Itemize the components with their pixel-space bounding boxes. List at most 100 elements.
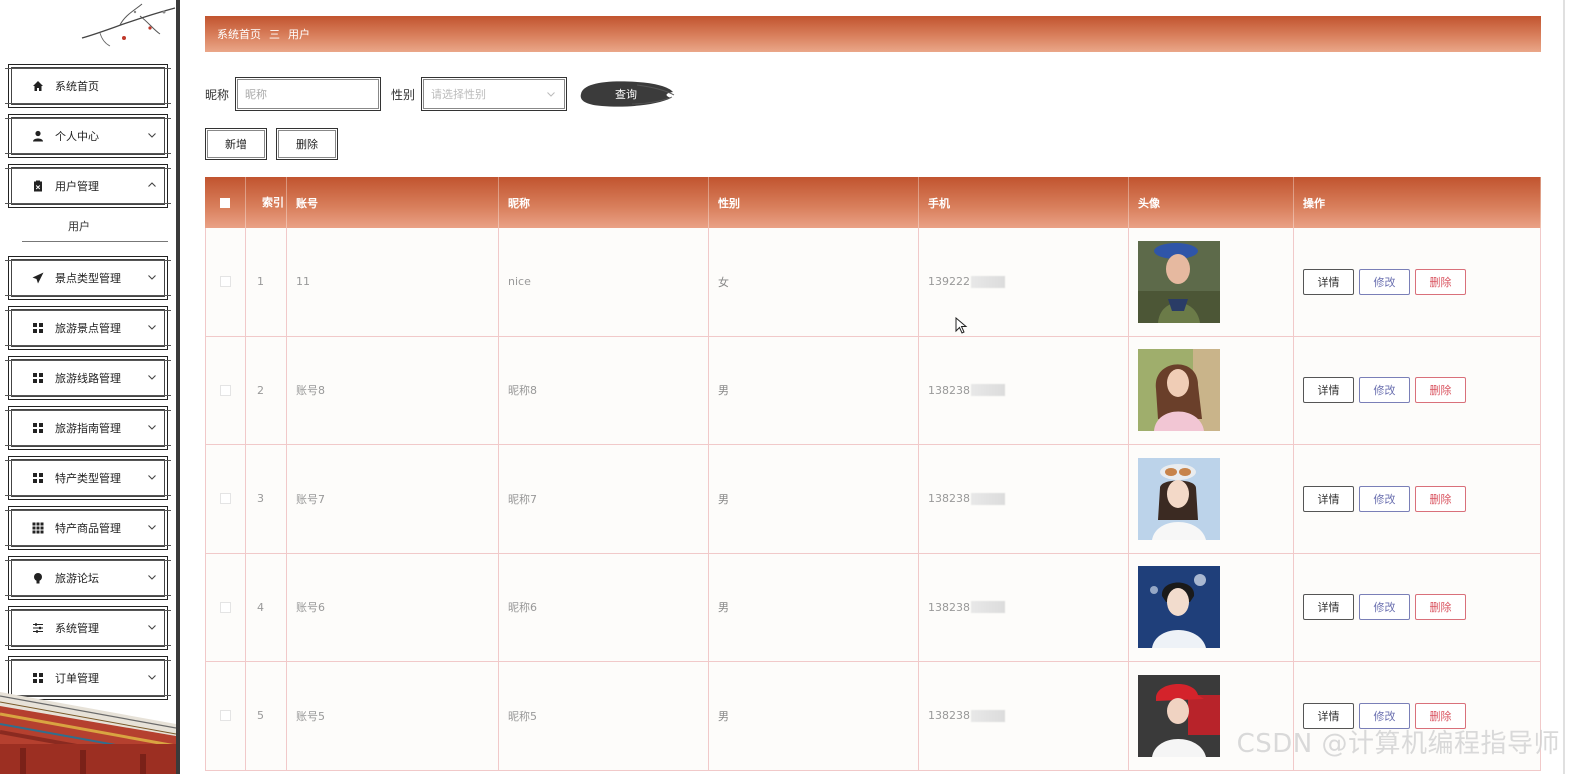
chevron-down-icon <box>148 475 156 480</box>
table-row: 2 账号8 昵称8 男 138238 详情 修改 删除 <box>205 336 1541 445</box>
detail-button[interactable]: 详情 <box>1303 268 1354 295</box>
query-button-label: 查询 <box>615 88 638 101</box>
sidebar-item-label: 个人中心 <box>55 130 99 143</box>
scrollbar[interactable] <box>1563 0 1565 774</box>
sidebar-item-user-management[interactable]: 用户管理 <box>5 164 171 208</box>
sidebar-item-label: 特产商品管理 <box>55 522 121 535</box>
row-nickname: 昵称6 <box>499 553 709 661</box>
plum-branch-decoration <box>81 3 176 47</box>
chevron-down-icon <box>148 325 156 330</box>
row-index: 2 <box>246 336 287 444</box>
delete-button[interactable]: 删除 <box>1415 268 1466 295</box>
chevron-down-icon <box>547 92 555 97</box>
row-checkbox-cell <box>205 445 246 553</box>
row-checkbox[interactable] <box>220 601 231 613</box>
query-button[interactable]: 查询 <box>577 77 675 111</box>
delete-button[interactable]: 删除 <box>1415 702 1466 729</box>
breadcrumb-current: 用户 <box>288 28 310 41</box>
batch-delete-button[interactable]: 删除 <box>276 128 338 160</box>
sidebar-item-label: 特产类型管理 <box>55 472 121 485</box>
column-header-gender: 性别 <box>709 177 919 228</box>
row-avatar-cell <box>1129 228 1294 336</box>
detail-button[interactable]: 详情 <box>1303 702 1354 729</box>
row-gender: 男 <box>709 445 919 553</box>
phone-redaction <box>971 275 1005 288</box>
sidebar-item-personal-center[interactable]: 个人中心 <box>5 114 171 158</box>
breadcrumb: 系统首页 三 用户 <box>205 16 1541 52</box>
sidebar-item-system-management[interactable]: 系统管理 <box>5 606 171 650</box>
avatar-image[interactable] <box>1138 674 1220 757</box>
sidebar-item-guide-management[interactable]: 旅游指南管理 <box>5 406 171 450</box>
row-index: 4 <box>246 553 287 661</box>
phone-redaction <box>971 492 1005 505</box>
avatar-image[interactable] <box>1138 349 1220 432</box>
row-actions: 详情 修改 删除 <box>1294 662 1541 770</box>
row-phone-cell: 139222 <box>919 228 1129 336</box>
avatar-image[interactable] <box>1138 457 1220 540</box>
gender-select[interactable]: 请选择性别 <box>421 77 568 111</box>
row-phone-cell: 138238 <box>919 662 1129 770</box>
column-header-actions: 操作 <box>1294 177 1541 228</box>
row-nickname: nice <box>499 228 709 336</box>
detail-button[interactable]: 详情 <box>1303 377 1354 404</box>
table-row: 3 账号7 昵称7 男 138238 详情 修改 删除 <box>205 445 1541 554</box>
breadcrumb-home[interactable]: 系统首页 <box>217 26 261 42</box>
row-checkbox[interactable] <box>220 493 231 505</box>
row-nickname: 昵称7 <box>499 445 709 553</box>
sidebar-item-route-management[interactable]: 旅游线路管理 <box>5 356 171 400</box>
user-icon <box>31 129 45 143</box>
row-avatar-cell <box>1129 553 1294 661</box>
avatar-image[interactable] <box>1138 240 1220 323</box>
sidebar-item-scenic-spot-management[interactable]: 旅游景点管理 <box>5 306 171 350</box>
sidebar-item-forum[interactable]: 旅游论坛 <box>5 556 171 600</box>
row-account: 账号7 <box>287 445 499 553</box>
edit-button[interactable]: 修改 <box>1359 377 1410 404</box>
row-phone-cell: 138238 <box>919 553 1129 661</box>
sidebar-item-specialty-type-management[interactable]: 特产类型管理 <box>5 456 171 500</box>
action-bar: 新增 删除 <box>205 128 338 160</box>
main-content: 系统首页 三 用户 昵称 昵称 性别 请选择性别 查询 新增 删除 索引 账号 … <box>205 0 1541 774</box>
phone-redaction <box>971 384 1005 397</box>
gender-select-placeholder: 请选择性别 <box>431 88 487 101</box>
row-nickname: 昵称5 <box>499 662 709 770</box>
phone-redaction <box>971 601 1005 614</box>
row-checkbox[interactable] <box>220 276 231 288</box>
row-index: 5 <box>246 662 287 770</box>
clipboard-icon <box>31 179 45 193</box>
grid-icon <box>31 421 45 435</box>
chevron-down-icon <box>148 575 156 580</box>
nickname-search-input[interactable]: 昵称 <box>235 77 382 111</box>
add-button[interactable]: 新增 <box>205 128 267 160</box>
sidebar-item-label: 旅游指南管理 <box>55 422 121 435</box>
row-actions: 详情 修改 删除 <box>1294 336 1541 444</box>
chevron-down-icon <box>148 525 156 530</box>
edit-button[interactable]: 修改 <box>1359 485 1410 512</box>
row-checkbox[interactable] <box>220 710 231 722</box>
grid-icon <box>31 371 45 385</box>
sidebar-divider <box>176 0 180 774</box>
row-phone: 138238 <box>928 600 970 614</box>
chevron-down-icon <box>148 625 156 630</box>
sidebar-item-specialty-goods-management[interactable]: 特产商品管理 <box>5 506 171 550</box>
sliders-icon <box>31 621 45 635</box>
sidebar-item-home[interactable]: 系统首页 <box>5 64 171 108</box>
delete-button[interactable]: 删除 <box>1415 594 1466 621</box>
sidebar: 系统首页 个人中心 用户管理 用户 景点类型管理 旅游景点管理 旅游线路管理 旅… <box>0 0 176 774</box>
column-header-phone: 手机 <box>919 177 1129 228</box>
edit-button[interactable]: 修改 <box>1359 268 1410 295</box>
bulb-icon <box>31 571 45 585</box>
delete-button[interactable]: 删除 <box>1415 377 1466 404</box>
row-account: 11 <box>287 228 499 336</box>
avatar-image[interactable] <box>1138 566 1220 649</box>
detail-button[interactable]: 详情 <box>1303 594 1354 621</box>
edit-button[interactable]: 修改 <box>1359 594 1410 621</box>
sidebar-item-scenic-type-management[interactable]: 景点类型管理 <box>5 256 171 300</box>
select-all-checkbox[interactable] <box>220 197 230 208</box>
sidebar-subitem-user[interactable]: 用户 <box>22 212 168 242</box>
row-avatar-cell <box>1129 445 1294 553</box>
row-checkbox[interactable] <box>220 384 231 396</box>
sidebar-item-label: 景点类型管理 <box>55 272 121 285</box>
delete-button[interactable]: 删除 <box>1415 485 1466 512</box>
edit-button[interactable]: 修改 <box>1359 702 1410 729</box>
detail-button[interactable]: 详情 <box>1303 485 1354 512</box>
